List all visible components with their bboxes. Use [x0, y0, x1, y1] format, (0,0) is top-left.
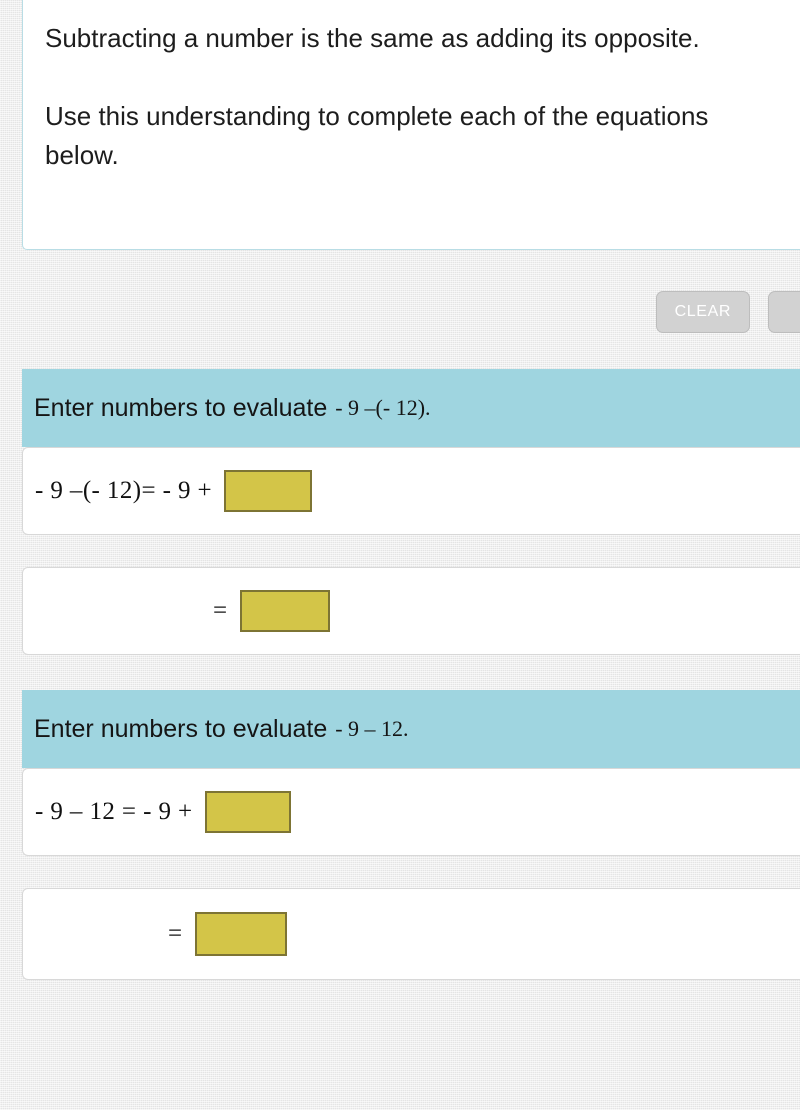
- answer-row-3: - 9 – 12 = - 9 +: [22, 768, 800, 856]
- answer-row-4-content: =: [23, 889, 800, 979]
- problem-header-1-label: Enter numbers to evaluate: [34, 393, 328, 422]
- answer-input-1[interactable]: [224, 470, 313, 512]
- answer-input-4[interactable]: [194, 912, 287, 956]
- answer-row-2-content: =: [23, 568, 800, 654]
- answer-row-1-content: - 9 –(- 12)= - 9 +: [23, 448, 800, 534]
- answer-row-2: =: [22, 567, 800, 655]
- problem-header-2: Enter numbers to evaluate - 9 – 12.: [22, 690, 800, 768]
- toolbar: CLEAR C: [0, 289, 800, 335]
- secondary-button[interactable]: C: [768, 291, 800, 333]
- answer-row-3-content: - 9 – 12 = - 9 +: [23, 769, 800, 855]
- problem-header-2-expression: - 9 – 12.: [335, 716, 409, 741]
- instruction-line-2: Use this understanding to complete each …: [45, 101, 709, 170]
- instruction-line-1: Subtracting a number is the same as addi…: [45, 23, 700, 53]
- equation-text-2: =: [213, 597, 228, 624]
- problem-header-1-expression: - 9 –(- 12).: [335, 395, 431, 420]
- answer-input-3[interactable]: [204, 791, 291, 833]
- clear-button[interactable]: CLEAR: [655, 291, 750, 333]
- problem-header-2-label: Enter numbers to evaluate: [34, 714, 328, 743]
- answer-input-2[interactable]: [239, 590, 330, 632]
- equation-text-4: =: [168, 920, 183, 947]
- instruction-card: Subtracting a number is the same as addi…: [22, 0, 800, 250]
- instruction-spacer: [45, 58, 800, 97]
- equation-text-1: - 9 –(- 12)= - 9 +: [35, 477, 213, 504]
- answer-row-4: =: [22, 888, 800, 980]
- problem-header-1: Enter numbers to evaluate - 9 –(- 12).: [22, 369, 800, 447]
- equation-text-3: - 9 – 12 = - 9 +: [35, 798, 193, 825]
- worksheet-page: Subtracting a number is the same as addi…: [0, 0, 800, 1110]
- answer-row-1: - 9 –(- 12)= - 9 +: [22, 447, 800, 535]
